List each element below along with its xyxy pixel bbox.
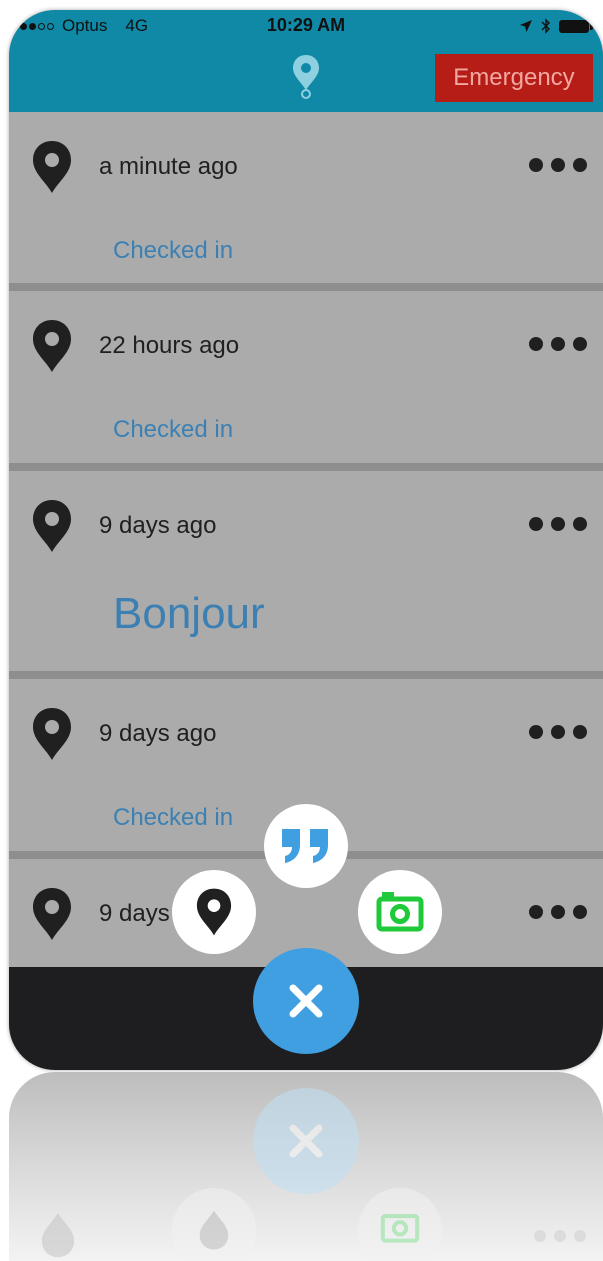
entry-status[interactable]: Checked in (113, 416, 233, 444)
add-quote-button[interactable] (264, 804, 348, 888)
quote-icon (282, 829, 328, 863)
more-options-icon[interactable] (529, 337, 587, 351)
map-pin-icon (33, 500, 71, 552)
entry-message[interactable]: Bonjour (113, 589, 265, 639)
map-pin-icon (196, 888, 232, 936)
location-arrow-icon (520, 20, 532, 32)
battery-icon (559, 19, 593, 33)
close-icon-reflection (253, 1088, 359, 1194)
more-options-icon-reflection (534, 1230, 586, 1242)
nav-bar: Emergency (9, 44, 603, 112)
status-right (519, 18, 593, 34)
feed-entry[interactable]: a minute ago Checked in (9, 112, 603, 291)
screen-reflection (9, 1072, 603, 1261)
entry-time: 22 hours ago (99, 332, 240, 359)
emergency-button[interactable]: Emergency (435, 54, 593, 102)
map-pin-icon (33, 888, 71, 940)
map-pin-icon (199, 1210, 229, 1250)
more-options-icon[interactable] (529, 905, 587, 919)
close-icon (289, 984, 323, 1018)
map-pin-icon (33, 708, 71, 760)
entry-time: 9 days ago (99, 512, 217, 539)
map-pin-icon (293, 55, 319, 99)
check-in-button[interactable] (172, 870, 256, 954)
more-options-icon[interactable] (529, 517, 587, 531)
entry-time: a minute ago (99, 153, 238, 180)
close-icon (289, 1124, 323, 1158)
camera-icon-reflection (358, 1188, 442, 1261)
clock: 10:29 AM (266, 15, 346, 35)
map-pin-icon (33, 141, 71, 193)
more-options-icon[interactable] (529, 158, 587, 172)
phone-screen: Optus 4G 10:29 AM Emergency a minute ago… (9, 10, 603, 1070)
feed-entry[interactable]: 22 hours ago Checked in (9, 291, 603, 471)
camera-icon (376, 892, 424, 932)
entry-status[interactable]: Checked in (113, 804, 233, 832)
more-options-icon[interactable] (529, 725, 587, 739)
entry-time: 9 days ago (99, 720, 217, 747)
map-pin-icon (41, 1212, 75, 1258)
bluetooth-icon (541, 18, 550, 34)
feed-entry[interactable]: 9 days ago Bonjour (9, 471, 603, 679)
camera-icon (380, 1214, 420, 1243)
add-photo-button[interactable] (358, 870, 442, 954)
map-pin-icon (33, 320, 71, 372)
entry-status[interactable]: Checked in (113, 237, 233, 265)
close-menu-button[interactable] (253, 948, 359, 1054)
status-bar: Optus 4G 10:29 AM (9, 10, 603, 44)
map-pin-icon-reflection (172, 1188, 256, 1261)
